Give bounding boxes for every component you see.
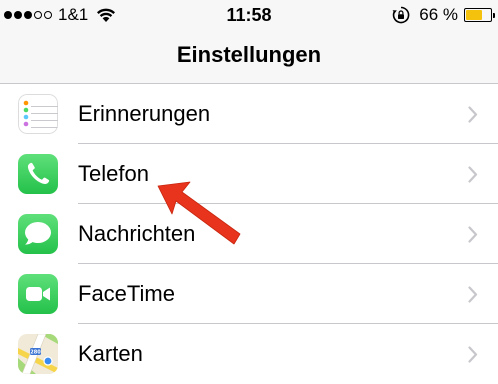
settings-row-label: Karten — [78, 341, 143, 366]
battery-percent: 66 % — [419, 5, 458, 24]
navigation-bar: Einstellungen — [0, 30, 498, 84]
messages-icon — [18, 214, 58, 254]
maps-icon: 280 — [18, 334, 58, 374]
settings-row-messages[interactable]: Nachrichten — [0, 204, 498, 264]
settings-list: Erinnerungen Telefon Nachrichten FaceTim… — [0, 84, 498, 384]
status-right: 66 % — [392, 5, 495, 25]
settings-row-label: Erinnerungen — [78, 101, 211, 126]
settings-row-reminders[interactable]: Erinnerungen — [0, 84, 498, 144]
settings-row-phone[interactable]: Telefon — [0, 144, 498, 204]
settings-row-label: FaceTime — [78, 281, 175, 306]
phone-icon — [18, 154, 58, 194]
facetime-icon — [18, 274, 58, 314]
chevron-right-icon — [468, 226, 478, 243]
red-arrow-annotation — [157, 181, 241, 245]
chevron-right-icon — [468, 286, 478, 303]
settings-row-label: Telefon — [78, 161, 149, 186]
rotation-lock-icon — [392, 6, 410, 24]
svg-text:280: 280 — [30, 350, 41, 356]
page-title: Einstellungen — [176, 42, 322, 67]
battery-fill — [466, 10, 482, 20]
reminders-icon — [18, 94, 58, 134]
battery-icon — [464, 8, 495, 22]
chevron-right-icon — [468, 166, 478, 183]
chevron-right-icon — [468, 106, 478, 123]
status-bar: 1&1 11:58 66 % — [0, 0, 498, 30]
settings-row-maps[interactable]: 280 Karten — [0, 324, 498, 384]
chevron-right-icon — [468, 346, 478, 363]
settings-row-facetime[interactable]: FaceTime — [0, 264, 498, 324]
